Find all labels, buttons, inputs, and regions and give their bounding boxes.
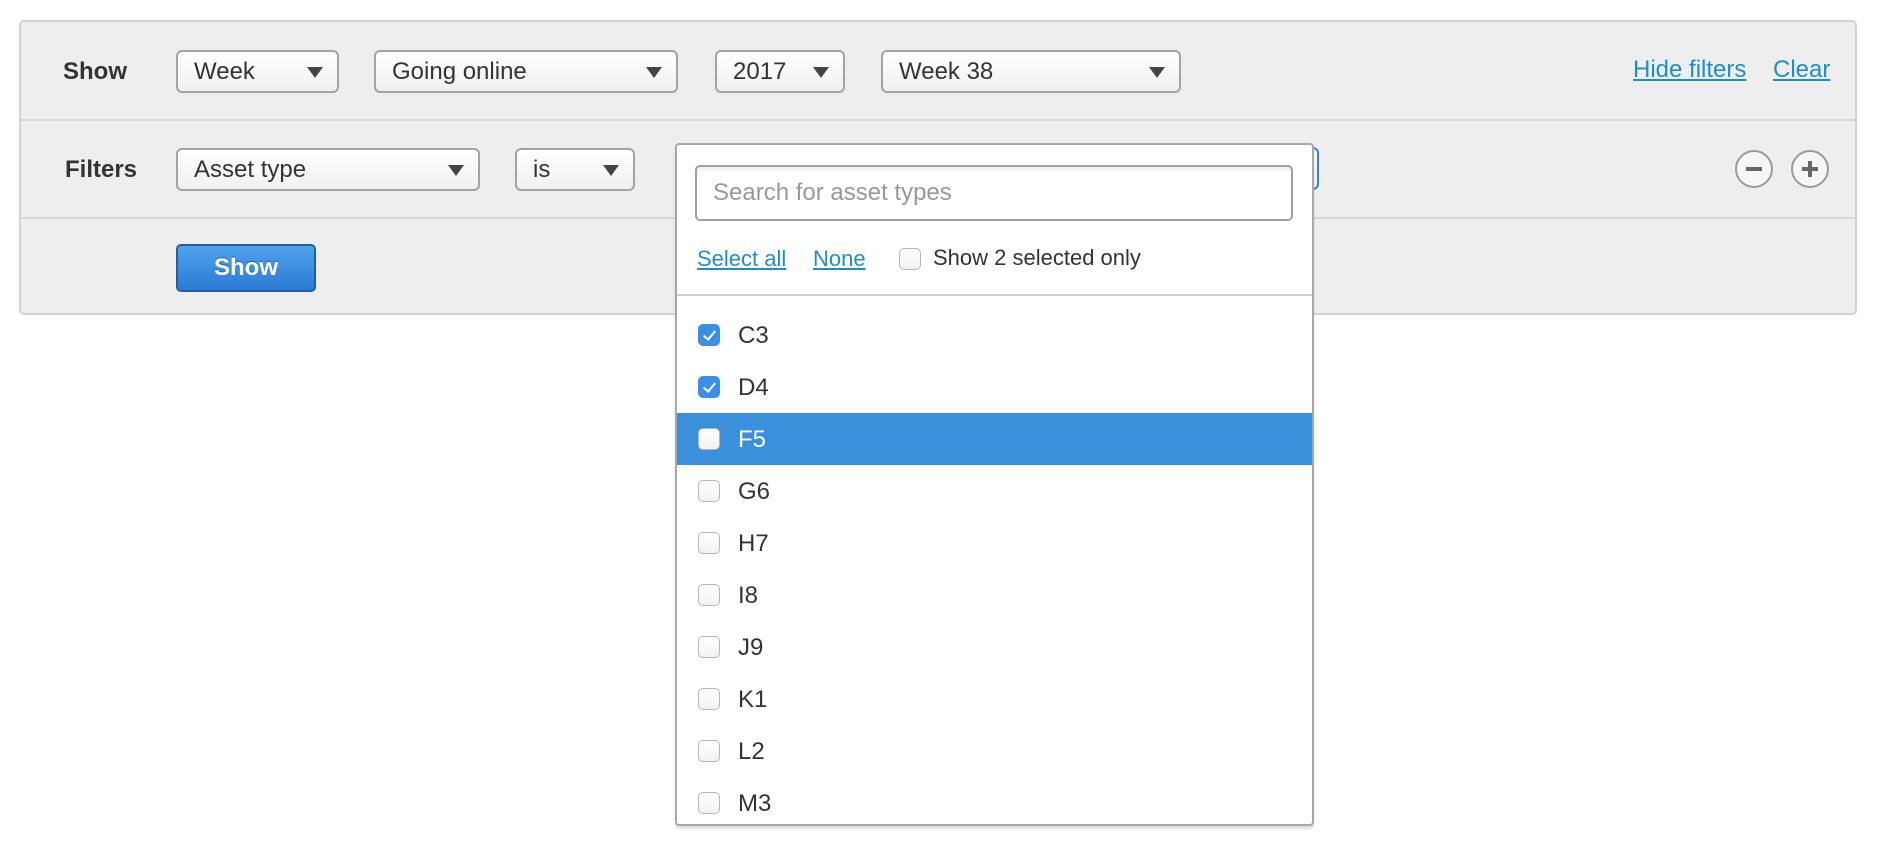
chevron-down-icon [646, 67, 662, 78]
filter-field-select[interactable]: Asset type [176, 148, 480, 191]
chevron-down-icon [307, 67, 323, 78]
filter-operator-value: is [533, 156, 551, 183]
checkbox[interactable] [698, 532, 720, 554]
metric-select-value: Going online [392, 58, 527, 85]
asset-type-list: C3 D4 F5 G6 H7 I8 J9 K1 L2 M3 [677, 309, 1312, 824]
checkbox[interactable] [698, 480, 720, 502]
list-item[interactable]: D4 [677, 361, 1312, 413]
list-item[interactable]: J9 [677, 621, 1312, 673]
select-all-link[interactable]: Select all [697, 246, 786, 272]
year-select[interactable]: 2017 [715, 50, 845, 93]
select-none-link[interactable]: None [813, 246, 866, 272]
list-item-label: L2 [738, 738, 765, 765]
list-item-label: J9 [738, 634, 764, 661]
list-item-label: G6 [738, 478, 771, 505]
divider [677, 294, 1312, 296]
checkbox[interactable] [698, 584, 720, 606]
year-select-value: 2017 [733, 58, 787, 85]
list-item[interactable]: C3 [677, 309, 1312, 361]
filters-label: Filters [65, 156, 138, 183]
filter-field-value: Asset type [194, 156, 307, 183]
list-item[interactable]: G6 [677, 465, 1312, 517]
list-item-label: M3 [738, 790, 772, 817]
list-item-label: H7 [738, 530, 769, 557]
week-select-value: Week 38 [899, 58, 994, 85]
hide-filters-link[interactable]: Hide filters [1633, 56, 1746, 84]
list-item-label: C3 [738, 322, 769, 349]
asset-type-search-input[interactable] [695, 165, 1293, 221]
list-item[interactable]: F5 [677, 413, 1312, 465]
week-select[interactable]: Week 38 [881, 50, 1181, 93]
checkbox[interactable] [698, 688, 720, 710]
period-select[interactable]: Week [176, 50, 339, 93]
chevron-down-icon [813, 67, 829, 78]
metric-select[interactable]: Going online [374, 50, 678, 93]
show-selected-only-label[interactable]: Show 2 selected only [933, 245, 1141, 271]
checkbox[interactable] [698, 636, 720, 658]
divider [21, 119, 1855, 121]
add-filter-button[interactable] [1791, 150, 1829, 188]
list-item-label: F5 [738, 426, 767, 453]
list-item-label: D4 [738, 374, 769, 401]
list-item[interactable]: K1 [677, 673, 1312, 725]
chevron-down-icon [1149, 67, 1165, 78]
list-item-label: I8 [738, 582, 759, 609]
list-item[interactable]: H7 [677, 517, 1312, 569]
asset-type-dropdown: Select all None Show 2 selected only C3 D… [675, 143, 1314, 826]
period-select-value: Week [194, 58, 255, 85]
checkbox-checked[interactable] [698, 376, 720, 398]
show-selected-only-checkbox[interactable] [899, 248, 921, 270]
minus-circle-icon [1746, 167, 1762, 171]
show-label: Show [63, 58, 127, 85]
list-item[interactable]: I8 [677, 569, 1312, 621]
show-button[interactable]: Show [176, 244, 316, 292]
checkbox-checked[interactable] [698, 324, 720, 346]
list-item[interactable]: L2 [677, 725, 1312, 777]
checkbox[interactable] [698, 740, 720, 762]
list-item-label: K1 [738, 686, 768, 713]
filter-operator-select[interactable]: is [515, 148, 635, 191]
list-item[interactable]: M3 [677, 777, 1312, 824]
chevron-down-icon [448, 165, 464, 176]
checkbox[interactable] [698, 428, 720, 450]
chevron-down-icon [603, 165, 619, 176]
checkbox[interactable] [698, 792, 720, 814]
remove-filter-button[interactable] [1735, 150, 1773, 188]
clear-link[interactable]: Clear [1773, 56, 1830, 84]
